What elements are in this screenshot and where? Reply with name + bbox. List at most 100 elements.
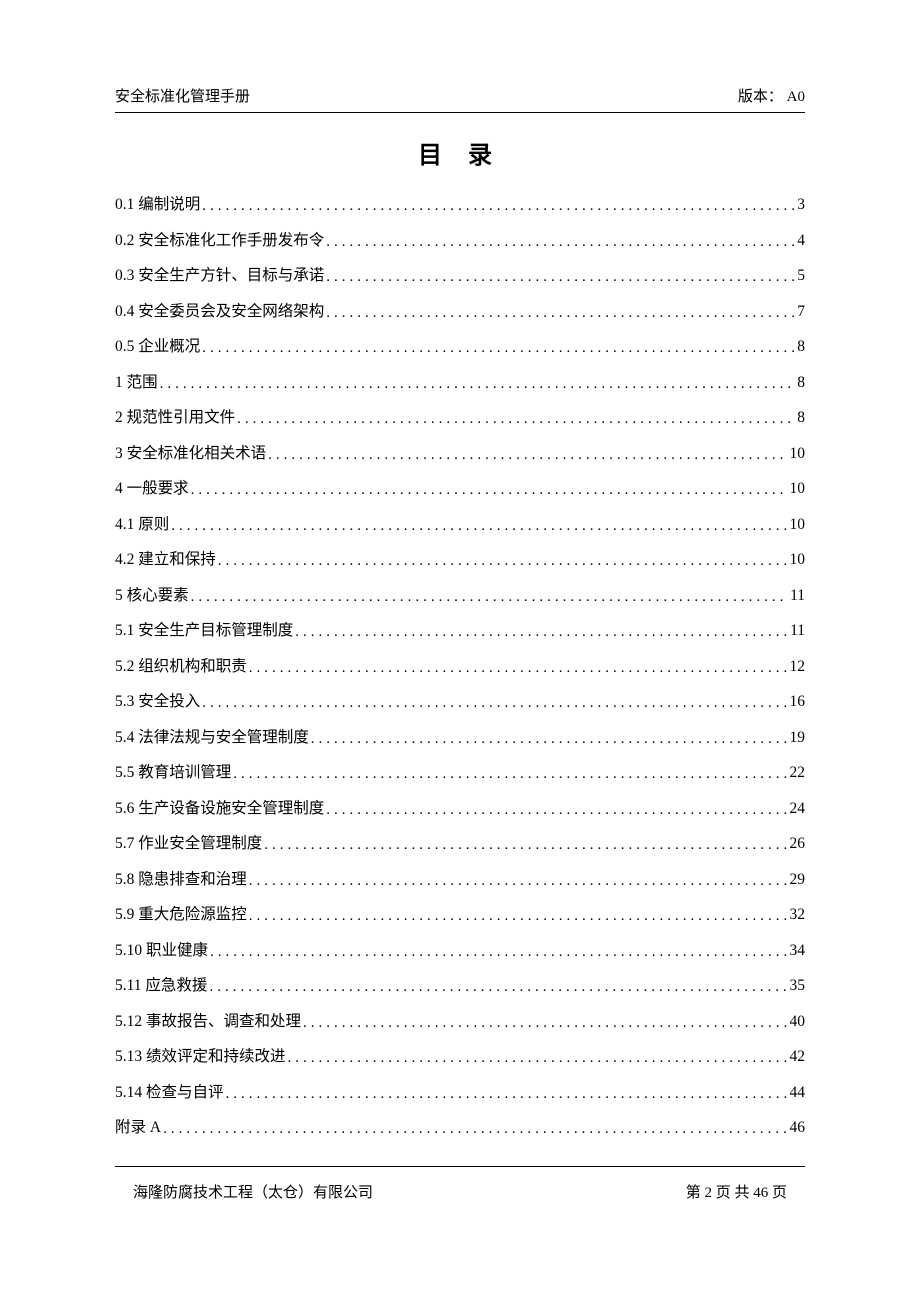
header-doc-title: 安全标准化管理手册 (115, 85, 250, 106)
toc-list: 0.1 编制说明3 0.2 安全标准化工作手册发布令4 0.3 安全生产方针、目标与… (115, 192, 805, 1137)
page-header: 安全标准化管理手册 版本： A0 (115, 85, 805, 113)
toc-row: 0.3 安全生产方针、目标与承诺 5 (115, 263, 805, 285)
toc-entry-label: 1 范围 (115, 370, 160, 392)
toc-entry-page: 3 (795, 196, 805, 214)
toc-row: 0.2 安全标准化工作手册发布令4 (115, 228, 805, 250)
toc-row: 4.1 原则 10 (115, 512, 805, 534)
toc-entry-label: 5.8 隐患排查和治理 (115, 867, 249, 889)
footer-rule (115, 1166, 805, 1167)
toc-row: 5.2 组织机构和职责12 (115, 654, 805, 676)
toc-leader-dots (191, 589, 788, 606)
toc-row: 5.14 检查与自评 44 (115, 1080, 805, 1102)
toc-entry-page: 44 (788, 1084, 806, 1102)
toc-row: 5.13 绩效评定和持续改进 42 (115, 1044, 805, 1066)
toc-leader-dots (163, 1121, 787, 1138)
footer-page-number: 第 2 页 共 46 页 (686, 1181, 787, 1202)
toc-leader-dots (249, 908, 788, 925)
toc-entry-page: 4 (795, 232, 805, 250)
toc-entry-label: 0.5 企业概况 (115, 334, 202, 356)
toc-entry-page: 10 (788, 445, 806, 463)
toc-title: 目 录 (115, 135, 805, 170)
toc-leader-dots (249, 660, 788, 677)
toc-leader-dots (226, 1086, 788, 1103)
header-version: 版本： A0 (738, 85, 805, 106)
toc-entry-label: 附录 A (115, 1115, 163, 1137)
toc-entry-page: 10 (788, 516, 806, 534)
toc-entry-label: 4.2 建立和保持 (115, 547, 218, 569)
toc-entry-page: 11 (788, 587, 805, 605)
toc-entry-label: 4.1 原则 (115, 512, 171, 534)
toc-row: 5.12 事故报告、调查和处理40 (115, 1009, 805, 1031)
toc-leader-dots (249, 873, 788, 890)
toc-row: 3 安全标准化相关术语 10 (115, 441, 805, 463)
toc-entry-label: 5.14 检查与自评 (115, 1080, 226, 1102)
toc-entry-label: 2 规范性引用文件 (115, 405, 237, 427)
toc-row: 2 规范性引用文件 8 (115, 405, 805, 427)
toc-entry-label: 5.4 法律法规与安全管理制度 (115, 725, 311, 747)
toc-leader-dots (326, 269, 795, 286)
toc-leader-dots (237, 411, 795, 428)
toc-leader-dots (171, 518, 787, 535)
toc-leader-dots (311, 731, 788, 748)
toc-entry-page: 8 (795, 374, 805, 392)
toc-entry-page: 46 (788, 1119, 806, 1137)
toc-entry-label: 0.3 安全生产方针、目标与承诺 (115, 263, 326, 285)
toc-entry-page: 40 (788, 1013, 806, 1031)
toc-row: 0.1 编制说明3 (115, 192, 805, 214)
toc-entry-label: 5.9 重大危险源监控 (115, 902, 249, 924)
toc-row: 5 核心要素 11 (115, 583, 805, 605)
toc-entry-page: 42 (788, 1048, 806, 1066)
toc-entry-page: 8 (795, 409, 805, 427)
toc-row: 4.2 建立和保持 10 (115, 547, 805, 569)
toc-leader-dots (209, 979, 787, 996)
toc-row: 5.10 职业健康 34 (115, 938, 805, 960)
toc-leader-dots (160, 376, 796, 393)
toc-entry-page: 29 (788, 871, 806, 889)
toc-leader-dots (210, 944, 787, 961)
toc-entry-label: 3 安全标准化相关术语 (115, 441, 268, 463)
toc-entry-label: 5.3 安全投入 (115, 689, 202, 711)
toc-entry-label: 5.7 作业安全管理制度 (115, 831, 264, 853)
toc-entry-label: 4 一般要求 (115, 476, 191, 498)
toc-leader-dots (191, 482, 788, 499)
toc-entry-label: 5.10 职业健康 (115, 938, 210, 960)
toc-entry-page: 34 (788, 942, 806, 960)
toc-row: 1 范围 8 (115, 370, 805, 392)
toc-leader-dots (268, 447, 787, 464)
toc-entry-page: 7 (795, 303, 805, 321)
toc-row: 0.5 企业概况 8 (115, 334, 805, 356)
toc-leader-dots (326, 234, 795, 251)
toc-entry-page: 5 (795, 267, 805, 285)
toc-entry-label: 5.2 组织机构和职责 (115, 654, 249, 676)
toc-entry-label: 5 核心要素 (115, 583, 191, 605)
toc-row: 5.7 作业安全管理制度26 (115, 831, 805, 853)
toc-entry-label: 5.5 教育培训管理 (115, 760, 233, 782)
toc-row: 5.8 隐患排查和治理 29 (115, 867, 805, 889)
toc-entry-page: 22 (788, 764, 806, 782)
toc-entry-page: 10 (788, 480, 806, 498)
toc-entry-page: 11 (788, 622, 805, 640)
toc-entry-page: 8 (795, 338, 805, 356)
toc-leader-dots (202, 340, 795, 357)
toc-entry-page: 10 (788, 551, 806, 569)
toc-row: 5.6 生产设备设施安全管理制度 24 (115, 796, 805, 818)
toc-entry-label: 0.4 安全委员会及安全网络架构 (115, 299, 326, 321)
toc-entry-page: 24 (788, 800, 806, 818)
toc-row: 附录 A 46 (115, 1115, 805, 1137)
toc-leader-dots (288, 1050, 788, 1067)
page-container: 安全标准化管理手册 版本： A0 目 录 0.1 编制说明3 0.2 安全标准化工… (0, 0, 920, 1137)
toc-row: 0.4 安全委员会及安全网络架构 7 (115, 299, 805, 321)
toc-entry-page: 32 (788, 906, 806, 924)
toc-row: 5.5 教育培训管理 22 (115, 760, 805, 782)
toc-row: 5.3 安全投入16 (115, 689, 805, 711)
toc-leader-dots (218, 553, 788, 570)
page-footer: 海隆防腐技术工程（太仓）有限公司 第 2 页 共 46 页 (115, 1166, 805, 1202)
toc-entry-label: 5.1 安全生产目标管理制度 (115, 618, 295, 640)
toc-entry-label: 5.6 生产设备设施安全管理制度 (115, 796, 326, 818)
footer-row: 海隆防腐技术工程（太仓）有限公司 第 2 页 共 46 页 (115, 1181, 805, 1202)
footer-company: 海隆防腐技术工程（太仓）有限公司 (133, 1181, 373, 1202)
toc-row: 5.1 安全生产目标管理制度 11 (115, 618, 805, 640)
toc-entry-label: 5.13 绩效评定和持续改进 (115, 1044, 288, 1066)
toc-entry-label: 5.11 应急救援 (115, 973, 209, 995)
toc-row: 5.9 重大危险源监控 32 (115, 902, 805, 924)
